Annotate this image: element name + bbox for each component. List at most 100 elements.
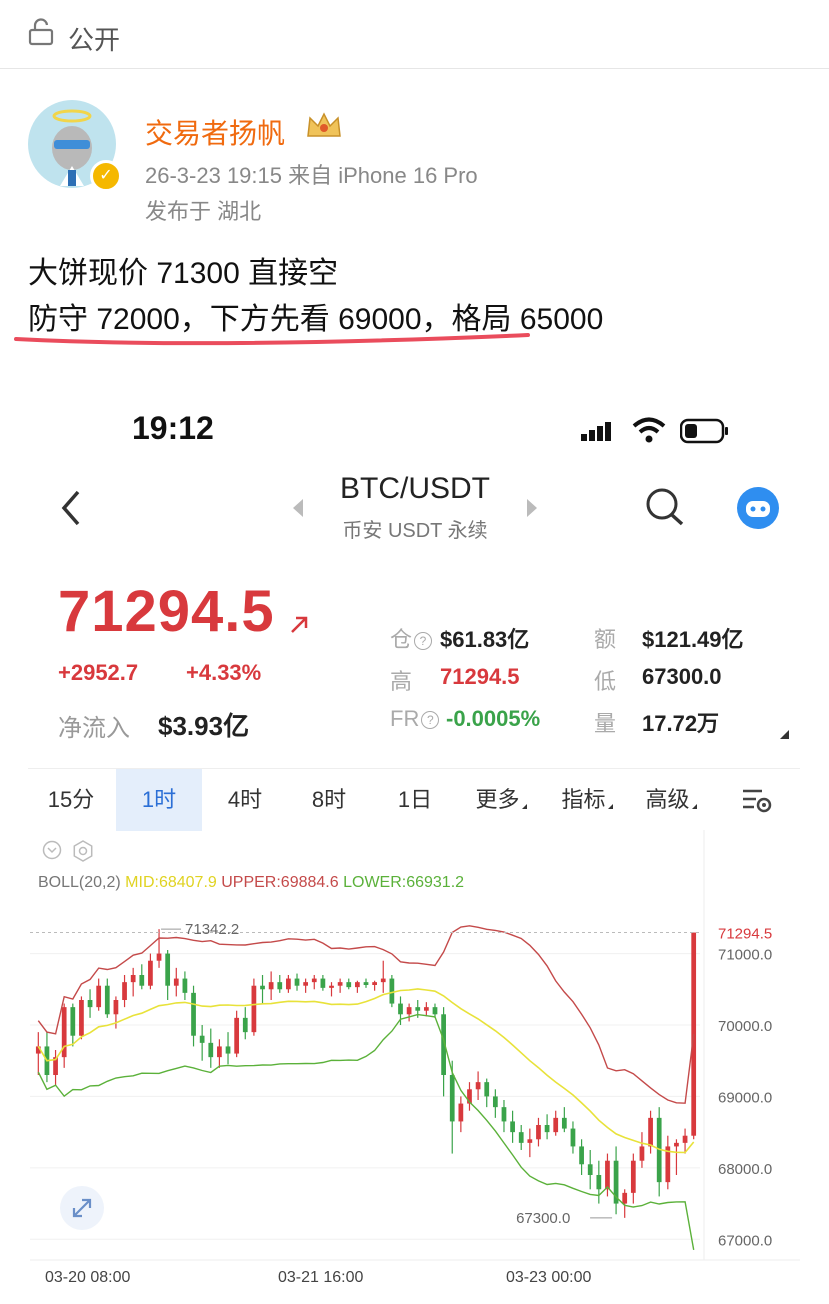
crown-badge-icon [307,112,341,137]
candle-body [173,978,179,986]
back-arrow-icon[interactable] [58,488,86,528]
boll-lower-line [37,1013,695,1251]
candle-body [242,1017,248,1033]
status-time: 19:12 [132,410,214,446]
boll-lower: LOWER:66931.2 [343,874,465,891]
candle-body [346,982,352,988]
candle-body [208,1042,214,1058]
candle-body [674,1142,679,1147]
next-pair-icon[interactable] [524,496,540,520]
candle-body [536,1125,541,1140]
tab-1h[interactable]: 1时 [116,769,202,831]
candle-body [268,982,274,990]
candle-body [492,1096,498,1108]
candle-body [260,985,265,990]
tab-label: 4时 [227,787,263,812]
candle-body [303,982,309,986]
candle-body [104,985,110,1015]
candle-body [96,985,102,1008]
high-marker-label: 71342.2 [185,921,239,938]
tab-label: 15分 [47,787,95,812]
y-tick-label: 69000.0 [718,1089,772,1106]
candle-body [605,1160,610,1190]
candlestick-chart[interactable]: 71000.0 70000.0 69000.0 68000.0 67000.0 71294… [0,830,829,1304]
candle-body [329,985,334,988]
tab-1d[interactable]: 1日 [372,769,458,831]
info-icon[interactable]: ? [414,632,433,650]
candle-body [398,1003,403,1015]
low-label: 低 [594,669,617,694]
y-tick-label: 68000.0 [718,1161,772,1178]
tab-label: 指标 [561,787,606,812]
funding-rate-value: -0.0005% [446,706,541,731]
tab-15m[interactable]: 15分 [28,769,114,831]
volume-label: 量 [594,711,617,736]
candle-body [286,978,291,990]
tab-advanced[interactable]: 高级 [628,769,714,831]
candle-body [294,978,300,986]
info-icon[interactable]: ? [421,711,440,729]
candle-body [423,1007,429,1011]
visibility-label[interactable]: 公开 [68,20,120,57]
candle-body [639,1146,645,1161]
volume-value: 17.72万 [642,711,720,736]
boll-upper: UPPER:69884.6 [221,874,339,891]
assistant-robot-icon[interactable] [736,486,780,530]
candle-body [380,978,386,983]
candle-body [139,975,145,986]
candle-body [311,978,317,983]
candle-body [165,953,171,986]
netflow-label: 净流入 [58,715,130,742]
top-bar [0,0,829,69]
high-value: 71294.5 [440,664,520,689]
candle-body [191,992,196,1036]
tab-4h[interactable]: 4时 [202,769,288,831]
indicator-settings-icon[interactable] [72,840,94,862]
expand-stats-icon[interactable] [780,730,789,739]
tab-8h[interactable]: 8时 [286,769,372,831]
low-value: 67300.0 [642,664,722,689]
previous-pair-icon[interactable] [290,496,306,520]
tab-indicators[interactable]: 指标 [544,769,630,831]
candle-body [544,1125,550,1133]
tab-label: 高级 [645,787,690,812]
candle-body [484,1082,490,1097]
candle-body [217,1046,222,1058]
search-icon[interactable] [644,486,686,528]
candle-body [518,1132,524,1143]
candle-body [570,1128,576,1147]
candle-body [449,1075,455,1122]
candle-body [579,1146,584,1165]
candle-body [277,982,283,990]
netflow-value: $3.93亿 [158,711,250,741]
eye-toggle-icon[interactable] [42,840,62,860]
candle-body [406,1007,412,1015]
username[interactable]: 交易者扬帆 [145,112,285,152]
candle-body [234,1017,240,1054]
candle-body [355,982,360,988]
dropdown-icon [521,804,527,809]
chart-settings-icon[interactable] [740,786,774,814]
candle-body [527,1139,533,1143]
candle-body [648,1117,653,1147]
candle-body [587,1164,593,1175]
candle-body [475,1082,481,1090]
boll-name: BOLL(20,2) [38,874,121,891]
y-tick-label: 67000.0 [718,1232,772,1249]
turnover-label: 额 [594,627,617,652]
battery-icon [680,418,728,444]
x-tick-label: 03-20 08:00 [45,1269,131,1286]
candle-body [630,1160,636,1193]
tab-more[interactable]: 更多 [458,769,544,831]
candle-body [415,1007,421,1011]
fullscreen-expand-icon[interactable] [60,1186,104,1230]
candle-body [182,978,188,993]
candle-body [389,978,395,1004]
candle-body [87,1000,93,1008]
pair-subtitle: 币安 USDT 永续 [342,520,488,542]
price-change: +2952.7 [58,660,139,685]
tab-label: 1日 [397,787,433,812]
pair-title[interactable]: BTC/USDT [340,472,490,506]
fr-label-text: FR [390,706,420,731]
candle-body [432,1007,438,1015]
